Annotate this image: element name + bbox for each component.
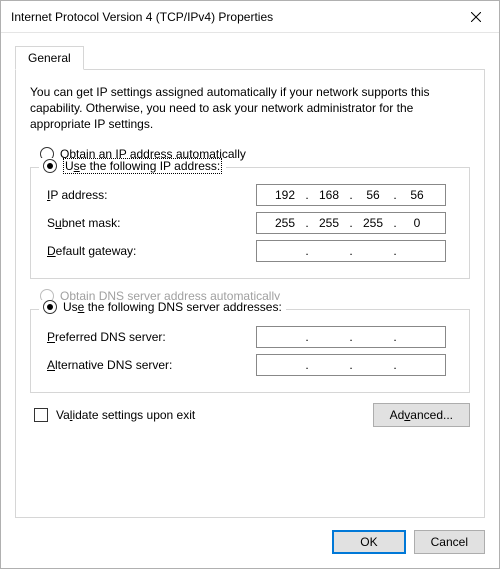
field-alternate-dns: Alternative DNS server: . . . bbox=[41, 354, 459, 376]
field-label: Preferred DNS server: bbox=[41, 330, 256, 344]
cancel-button[interactable]: Cancel bbox=[414, 530, 485, 554]
checkbox-icon bbox=[34, 408, 48, 422]
ip-octet[interactable]: 255 bbox=[268, 216, 302, 230]
field-preferred-dns: Preferred DNS server: . . . bbox=[41, 326, 459, 348]
ip-octet[interactable]: 192 bbox=[268, 188, 302, 202]
field-label: Alternative DNS server: bbox=[41, 358, 256, 372]
window-title: Internet Protocol Version 4 (TCP/IPv4) P… bbox=[11, 10, 453, 24]
radio-label: Use the following IP address: bbox=[63, 158, 222, 174]
group-ip-manual: Use the following IP address: IP address… bbox=[30, 167, 470, 279]
bottom-row: Validate settings upon exit Advanced... bbox=[30, 403, 470, 427]
preferred-dns-input[interactable]: . . . bbox=[256, 326, 446, 348]
intro-text: You can get IP settings assigned automat… bbox=[30, 84, 470, 133]
field-label: IP address: bbox=[41, 188, 256, 202]
default-gateway-input[interactable]: . . . bbox=[256, 240, 446, 262]
field-label: Subnet mask: bbox=[41, 216, 256, 230]
advanced-button[interactable]: Advanced... bbox=[373, 403, 470, 427]
radio-use-dns-manual[interactable]: Use the following DNS server addresses: bbox=[39, 300, 286, 314]
field-subnet-mask: Subnet mask: 255. 255. 255. 0 bbox=[41, 212, 459, 234]
dialog-footer: OK Cancel bbox=[1, 518, 499, 568]
radio-icon bbox=[43, 159, 57, 173]
ok-button[interactable]: OK bbox=[332, 530, 405, 554]
ip-octet[interactable]: 255 bbox=[356, 216, 390, 230]
close-icon bbox=[471, 12, 481, 22]
field-default-gateway: Default gateway: . . . bbox=[41, 240, 459, 262]
ip-octet[interactable]: 56 bbox=[356, 188, 390, 202]
radio-label: Use the following DNS server addresses: bbox=[63, 300, 282, 314]
alternate-dns-input[interactable]: . . . bbox=[256, 354, 446, 376]
subnet-mask-input[interactable]: 255. 255. 255. 0 bbox=[256, 212, 446, 234]
dialog-window: Internet Protocol Version 4 (TCP/IPv4) P… bbox=[0, 0, 500, 569]
ip-address-input[interactable]: 192. 168. 56. 56 bbox=[256, 184, 446, 206]
group-dns-manual: Use the following DNS server addresses: … bbox=[30, 309, 470, 393]
dialog-body: General You can get IP settings assigned… bbox=[1, 33, 499, 518]
validate-on-exit-checkbox[interactable]: Validate settings upon exit bbox=[34, 408, 195, 422]
ip-octet[interactable]: 0 bbox=[400, 216, 434, 230]
checkbox-label: Validate settings upon exit bbox=[56, 408, 195, 422]
ip-octet[interactable]: 56 bbox=[400, 188, 434, 202]
ip-octet[interactable]: 255 bbox=[312, 216, 346, 230]
tabpanel-general: You can get IP settings assigned automat… bbox=[15, 69, 485, 518]
close-button[interactable] bbox=[453, 2, 499, 32]
tab-general[interactable]: General bbox=[15, 46, 84, 70]
ip-octet[interactable]: 168 bbox=[312, 188, 346, 202]
radio-use-ip-manual[interactable]: Use the following IP address: bbox=[39, 158, 226, 174]
field-label: Default gateway: bbox=[41, 244, 256, 258]
titlebar: Internet Protocol Version 4 (TCP/IPv4) P… bbox=[1, 1, 499, 33]
tabstrip: General bbox=[15, 46, 485, 70]
field-ip-address: IP address: 192. 168. 56. 56 bbox=[41, 184, 459, 206]
radio-icon bbox=[43, 300, 57, 314]
